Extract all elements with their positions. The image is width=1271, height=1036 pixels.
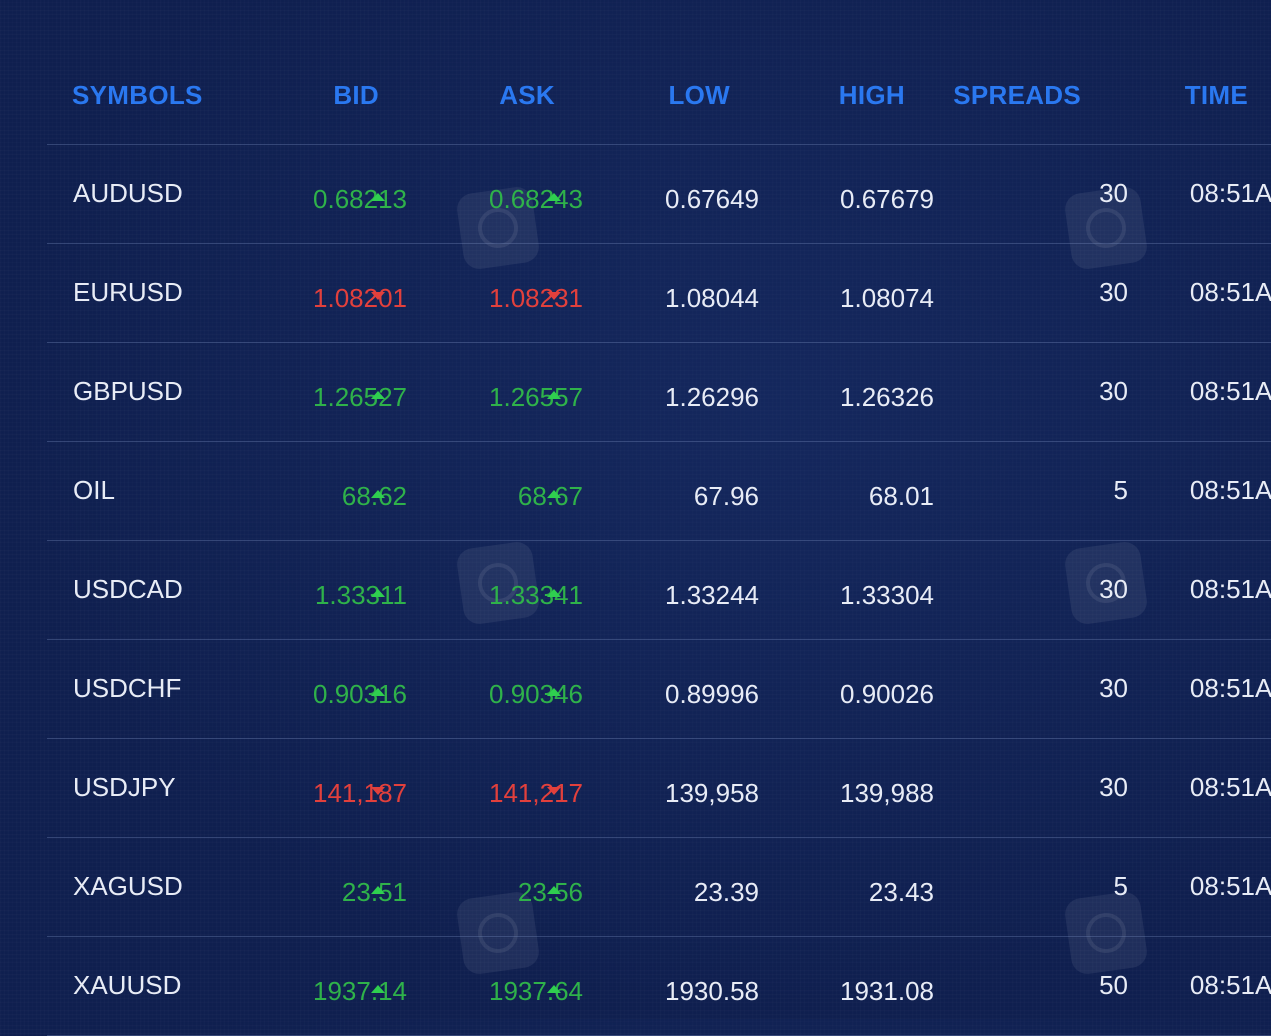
bid-cell: 1.08201 <box>313 283 407 313</box>
symbol-cell: EURUSD <box>73 277 183 307</box>
low-cell: 0.89996 <box>665 679 759 709</box>
high-cell: 0.67679 <box>840 184 934 214</box>
column-header-bid[interactable]: BID <box>333 80 379 111</box>
column-header-high[interactable]: HIGH <box>839 80 905 111</box>
time-cell: 08:51AM <box>1189 376 1271 406</box>
table-row[interactable]: USDJPY 141,187 141,217 139,958 139,988 3… <box>47 739 1271 838</box>
low-cell: 0.67649 <box>665 184 759 214</box>
time-cell: 08:51AM <box>1189 772 1271 802</box>
bid-cell: 1.33311 <box>314 580 407 610</box>
spread-cell: 30 <box>1099 772 1128 802</box>
table-row[interactable]: EURUSD 1.08201 1.08231 1.08044 1.08074 3… <box>47 244 1271 343</box>
table-row[interactable]: OIL 68.62 68.67 67.96 68.01 5 08:51AM <box>47 442 1271 541</box>
ask-cell: 0.68243 <box>489 184 583 214</box>
bid-cell: 1.26527 <box>313 382 407 412</box>
symbol-cell: AUDUSD <box>73 178 183 208</box>
bid-cell: 141,187 <box>313 778 407 808</box>
bid-cell: 1937.14 <box>313 976 407 1006</box>
column-header-ask[interactable]: ASK <box>499 80 555 111</box>
spread-cell: 30 <box>1099 178 1128 208</box>
caret-up-icon <box>371 589 385 597</box>
caret-up-icon <box>371 886 385 894</box>
low-cell: 1.08044 <box>665 283 759 313</box>
ask-cell: 0.90346 <box>489 679 583 709</box>
symbol-cell: USDJPY <box>73 772 176 802</box>
bid-cell: 0.68213 <box>313 184 407 214</box>
caret-up-icon <box>371 985 385 993</box>
time-cell: 08:51AM <box>1189 673 1271 703</box>
quote-table: SYMBOLS BID ASK LOW HIGH SPREADS TIME AU… <box>47 0 1271 1036</box>
table-row[interactable]: XAGUSD 23.51 23.56 23.39 23.43 5 08:51AM <box>47 838 1271 937</box>
symbol-cell: XAUUSD <box>73 970 182 1000</box>
caret-down-icon <box>547 292 561 300</box>
table-row[interactable]: XAUUSD 1937.14 1937.64 1930.58 1931.08 5… <box>47 937 1271 1036</box>
symbol-cell: XAGUSD <box>73 871 183 901</box>
spread-cell: 30 <box>1099 277 1128 307</box>
spread-cell: 30 <box>1099 376 1128 406</box>
caret-down-icon <box>371 787 385 795</box>
low-cell: 1.33244 <box>665 580 759 610</box>
caret-up-icon <box>547 589 561 597</box>
caret-down-icon <box>371 292 385 300</box>
time-cell: 08:51AM <box>1189 475 1271 505</box>
column-header-symbols[interactable]: SYMBOLS <box>72 80 203 111</box>
high-cell: 1.08074 <box>840 283 934 313</box>
spread-cell: 50 <box>1099 970 1128 1000</box>
table-body: AUDUSD 0.68213 0.68243 0.67649 0.67679 3… <box>47 145 1271 1036</box>
high-cell: 68.01 <box>868 481 934 511</box>
column-header-time[interactable]: TIME <box>1185 80 1248 111</box>
caret-up-icon <box>547 985 561 993</box>
high-cell: 139,988 <box>840 778 934 808</box>
column-header-low[interactable]: LOW <box>668 80 730 111</box>
caret-down-icon <box>547 787 561 795</box>
high-cell: 23.43 <box>868 877 934 907</box>
time-cell: 08:51AM <box>1189 277 1271 307</box>
ask-cell: 1937.64 <box>489 976 583 1006</box>
low-cell: 139,958 <box>665 778 759 808</box>
caret-up-icon <box>547 490 561 498</box>
low-cell: 1.26296 <box>665 382 759 412</box>
symbol-cell: GBPUSD <box>73 376 183 406</box>
table-header: SYMBOLS BID ASK LOW HIGH SPREADS TIME <box>47 0 1271 145</box>
high-cell: 1.26326 <box>840 382 934 412</box>
bid-cell: 0.90316 <box>313 679 407 709</box>
high-cell: 1931.08 <box>840 976 934 1006</box>
caret-up-icon <box>371 391 385 399</box>
symbol-cell: USDCHF <box>73 673 182 703</box>
caret-up-icon <box>547 688 561 696</box>
ask-cell: 141,217 <box>489 778 583 808</box>
spread-cell: 30 <box>1099 574 1128 604</box>
table-row[interactable]: AUDUSD 0.68213 0.68243 0.67649 0.67679 3… <box>47 145 1271 244</box>
ask-cell: 1.26557 <box>489 382 583 412</box>
low-cell: 23.39 <box>693 877 759 907</box>
spread-cell: 30 <box>1099 673 1128 703</box>
caret-up-icon <box>547 193 561 201</box>
caret-up-icon <box>547 886 561 894</box>
table-row[interactable]: USDCAD 1.33311 1.33341 1.33244 1.33304 3… <box>47 541 1271 640</box>
ask-cell: 1.08231 <box>489 283 583 313</box>
ask-cell: 1.33341 <box>489 580 583 610</box>
caret-up-icon <box>371 688 385 696</box>
caret-up-icon <box>547 391 561 399</box>
time-cell: 08:51AM <box>1189 178 1271 208</box>
low-cell: 1930.58 <box>665 976 759 1006</box>
time-cell: 08:51AM <box>1189 970 1271 1000</box>
caret-up-icon <box>371 490 385 498</box>
table-row[interactable]: USDCHF 0.90316 0.90346 0.89996 0.90026 3… <box>47 640 1271 739</box>
symbol-cell: USDCAD <box>73 574 183 604</box>
time-cell: 08:51AM <box>1189 574 1271 604</box>
symbol-cell: OIL <box>73 475 115 505</box>
time-cell: 08:51AM <box>1189 871 1271 901</box>
spread-cell: 5 <box>1113 871 1128 901</box>
high-cell: 0.90026 <box>840 679 934 709</box>
low-cell: 67.96 <box>693 481 759 511</box>
high-cell: 1.33304 <box>840 580 934 610</box>
spread-cell: 5 <box>1113 475 1128 505</box>
table-row[interactable]: GBPUSD 1.26527 1.26557 1.26296 1.26326 3… <box>47 343 1271 442</box>
column-header-spreads[interactable]: SPREADS <box>953 80 1081 111</box>
caret-up-icon <box>371 193 385 201</box>
